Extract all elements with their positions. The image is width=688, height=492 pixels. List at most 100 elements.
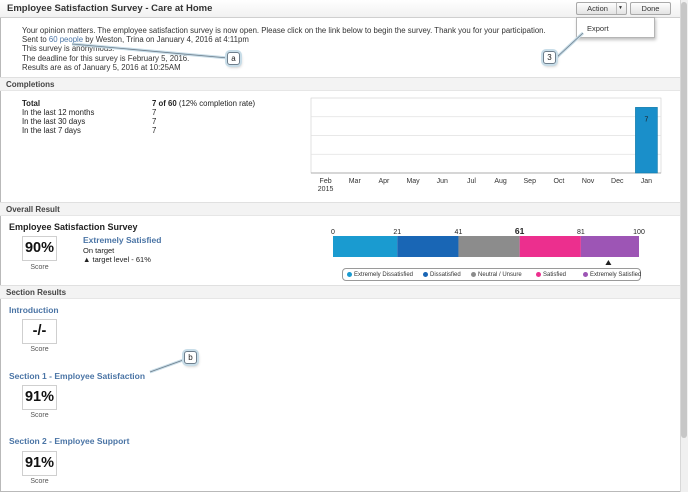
target-level-text: target level - 61% [92,255,151,264]
overall-section-header: Overall Result [0,202,680,216]
chart-data-label: 7 [644,116,648,123]
stat-value: 7 [152,117,157,126]
stat-label: In the last 30 days [22,117,86,126]
scale-tick-label: 100 [633,229,645,236]
chart-x-tick-label: Apr [378,178,390,185]
recipients-link[interactable]: 60 people [49,35,83,44]
stat-value: 7 [152,108,157,117]
rating-status: On target [83,245,115,255]
chart-x-tick-label: Feb [320,178,332,185]
chart-x-tick-label: Nov [582,178,595,185]
legend-item: Dissatisfied [423,272,461,278]
legend-swatch [471,272,476,277]
stat-value: 7 of 60 [152,99,177,108]
stat-label: In the last 7 days [22,126,81,135]
section-score: 91% [22,385,57,410]
chart-x-tick-label: 2015 [318,186,334,193]
legend-swatch [347,272,352,277]
scrollbar-thumb[interactable] [681,2,687,438]
sent-suffix: by Weston, Trina on January 4, 2016 at 4… [83,35,249,45]
chart-x-tick-label: Mar [349,178,362,185]
stat-label: Total [22,99,41,108]
legend-label: Neutral / Unsure [478,272,522,278]
rating-level: Extremely Satisfied [83,235,162,245]
scale-band [519,236,581,257]
stat-row-12-months: In the last 12 months 7 [22,108,255,117]
overall-score: 90% [22,236,57,261]
legend-item: Extremely Satisfied [583,272,641,278]
overall-heading: Overall Result [6,205,60,214]
legend-swatch [536,272,541,277]
section-link-employee-satisfaction[interactable]: Section 1 - Employee Satisfaction [9,371,145,381]
legend-swatch [423,272,428,277]
survey-intro: Your opinion matters. The employee satis… [22,26,546,72]
legend-label: Satisfied [543,272,567,278]
legend-item: Neutral / Unsure [471,272,522,278]
scale-tick-label: 61 [515,226,525,236]
chart-x-tick-label: Jan [641,178,652,185]
callout-marker-3: 3 [543,51,556,64]
intro-anonymous: This survey is anonymous. [22,44,115,54]
section-link-employee-support[interactable]: Section 2 - Employee Support [9,436,129,446]
action-button-label: Action [587,4,608,13]
section-results-heading: Section Results [6,288,67,297]
section-score-label: Score [30,412,49,419]
legend-swatch [583,272,588,277]
legend-item: Extremely Dissatisfied [347,272,413,278]
scale-band [458,236,520,257]
scale-tick-label: 41 [455,229,463,236]
overall-score-label: Score [30,264,49,271]
completion-stats: Total 7 of 60 (12% completion rate) In th… [22,99,255,135]
rating-target: ▲ target level - 61% [83,255,161,265]
satisfaction-scale: 0 21 41 61 81 100 [331,226,645,265]
chart-x-tick-label: May [406,178,420,185]
legend-item: Satisfied [536,272,566,278]
section-score: -/- [22,319,57,344]
intro-sent-line: Sent to 60 people by Weston, Trina on Ja… [22,35,546,44]
overall-survey-title: Employee Satisfaction Survey [9,222,138,232]
scale-tick-label: 21 [393,229,401,236]
stat-note: (12% completion rate) [178,99,256,108]
legend-label: Dissatisfied [430,272,461,278]
overall-rating: Extremely Satisfied On target ▲ target l… [83,235,162,265]
completions-section-header: Completions [0,77,680,91]
action-menu: Export [576,17,655,38]
stat-value: 7 [152,126,157,135]
section-score: 91% [22,451,57,476]
callout-marker-b: b [184,351,197,364]
chart-x-tick-label: Sep [524,178,537,185]
scale-tick-label: 81 [577,229,585,236]
intro-message: Your opinion matters. The employee satis… [22,26,546,35]
page-title: Employee Satisfaction Survey - Care at H… [7,3,213,14]
stat-row-30-days: In the last 30 days 7 [22,117,255,126]
section-score-label: Score [30,478,49,485]
callout-marker-a: a [227,52,240,65]
triangle-up-icon: ▲ [83,255,91,264]
caret-down-icon: ▼ [616,3,624,14]
done-button[interactable]: Done [630,2,671,15]
completions-heading: Completions [6,80,55,89]
stat-row-7-days: In the last 7 days 7 [22,126,255,135]
menu-item-export[interactable]: Export [587,24,609,33]
legend-label: Extremely Dissatisfied [354,272,414,278]
scale-band [580,236,639,257]
stat-row-total: Total 7 of 60 (12% completion rate) [22,99,255,108]
stat-label: In the last 12 months [22,108,95,117]
scale-band [397,236,459,257]
intro-deadline: The deadline for this survey is February… [22,53,190,63]
legend-label: Extremely Satisfied [590,272,642,278]
section-score-label: Score [30,346,49,353]
scale-tick-label: 0 [331,229,335,236]
chart-x-tick-label: Dec [611,178,624,185]
chart-x-tick-label: Aug [494,178,507,185]
section-results-header: Section Results [0,285,680,299]
section-link-introduction[interactable]: Introduction [9,305,59,315]
completions-bar-chart: Feb2015 Mar Apr May Jun Jul Aug Sep Oct Nov Dec 7 Ja… [310,97,662,193]
chart-x-tick-label: Jul [467,178,476,185]
vertical-scrollbar[interactable] [680,0,688,492]
chart-x-tick-label: Oct [553,178,564,185]
chart-x-tick-label: Jun [437,178,448,185]
score-marker-icon [605,260,612,265]
scale-band [333,236,398,257]
action-button[interactable]: Action ▼ [576,2,627,15]
